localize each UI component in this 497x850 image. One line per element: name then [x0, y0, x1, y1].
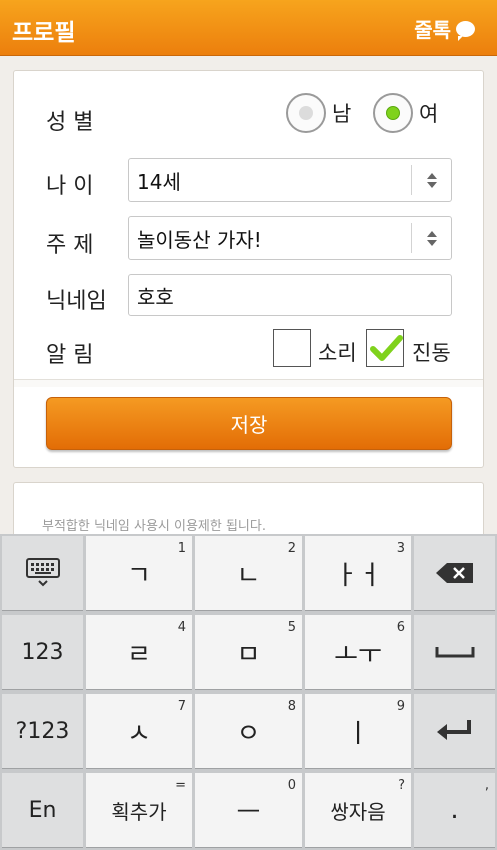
key-symbols[interactable]: ?123 [2, 694, 83, 769]
alert-label: 알 림 [46, 343, 94, 368]
male-radio[interactable] [286, 93, 326, 133]
sound-label: 소리 [318, 341, 357, 365]
age-select[interactable]: 14세 [128, 158, 452, 202]
space-icon [435, 647, 474, 658]
nickname-input[interactable]: 호호 [128, 274, 452, 316]
vibrate-checkbox[interactable] [366, 329, 404, 367]
key-mieum[interactable]: ㅁ5 [195, 615, 302, 690]
key-i[interactable]: ㅣ9 [305, 694, 411, 769]
topic-select[interactable]: 놀이동산 가자! [128, 216, 452, 260]
notice-text: 부적합한 닉네임 사용시 이용제한 됩니다. [42, 519, 266, 534]
topic-value: 놀이동산 가자! [137, 227, 262, 252]
key-123[interactable]: 123 [2, 615, 83, 690]
nickname-label: 닉네임 [46, 289, 107, 314]
profile-form-card: 성 별 남 여 나 이 14세 주 제 놀이동산 가자! 닉네임 호호 알 림 … [13, 70, 484, 468]
gender-label: 성 별 [46, 110, 94, 135]
key-giyeok[interactable]: ㄱ1 [86, 536, 192, 611]
age-value: 14세 [137, 169, 181, 194]
key-rieul[interactable]: ㄹ4 [86, 615, 192, 690]
key-nieun[interactable]: ㄴ2 [195, 536, 302, 611]
nickname-value: 호호 [137, 284, 174, 309]
key-double-consonant[interactable]: 쌍자음? [305, 773, 411, 848]
key-siot[interactable]: ㅅ7 [86, 694, 192, 769]
select-arrows-icon [411, 165, 451, 195]
female-radio[interactable] [373, 93, 413, 133]
enter-key[interactable] [414, 694, 495, 769]
select-arrows-icon [411, 223, 451, 253]
male-label: 남 [332, 102, 352, 126]
key-period[interactable]: ., [414, 773, 495, 848]
sound-checkbox[interactable] [273, 329, 311, 367]
gender-female-option[interactable]: 여 [373, 93, 438, 133]
speech-bubble-icon [456, 20, 475, 41]
chat-label: 줄톡 [414, 18, 451, 42]
key-ieung[interactable]: ㅇ8 [195, 694, 302, 769]
topic-label: 주 제 [46, 233, 94, 258]
page-title: 프로필 [12, 20, 76, 46]
backspace-key[interactable] [414, 536, 495, 611]
chat-button[interactable]: 줄톡 [414, 14, 475, 43]
enter-icon [436, 720, 471, 740]
key-a-eo[interactable]: ㅏㅓ 3 [305, 536, 411, 611]
app-header: 프로필 줄톡 [0, 0, 497, 56]
space-key[interactable] [414, 615, 495, 690]
keyboard-settings-key[interactable] [2, 536, 83, 611]
keyboard-icon [25, 558, 60, 587]
key-o-u[interactable]: ㅗㅜ 6 [305, 615, 411, 690]
save-button[interactable]: 저장 [46, 397, 452, 450]
checkmark-icon [370, 335, 403, 361]
divider [14, 379, 483, 387]
soft-keyboard: ㄱ1 ㄴ2 ㅏㅓ3 123 ㄹ4 ㅁ5 ㅗㅜ6 ?123 ㅅ7 ㅇ8 ㅣ9 [0, 534, 497, 850]
age-label: 나 이 [46, 174, 94, 199]
key-eu[interactable]: ㅡ0 [195, 773, 302, 848]
gender-male-option[interactable]: 남 [286, 93, 351, 133]
key-english[interactable]: En [2, 773, 83, 848]
backspace-icon [435, 563, 473, 583]
female-label: 여 [419, 102, 439, 126]
key-add-stroke[interactable]: 획추가 = [86, 773, 192, 848]
vibrate-label: 진동 [412, 341, 451, 365]
